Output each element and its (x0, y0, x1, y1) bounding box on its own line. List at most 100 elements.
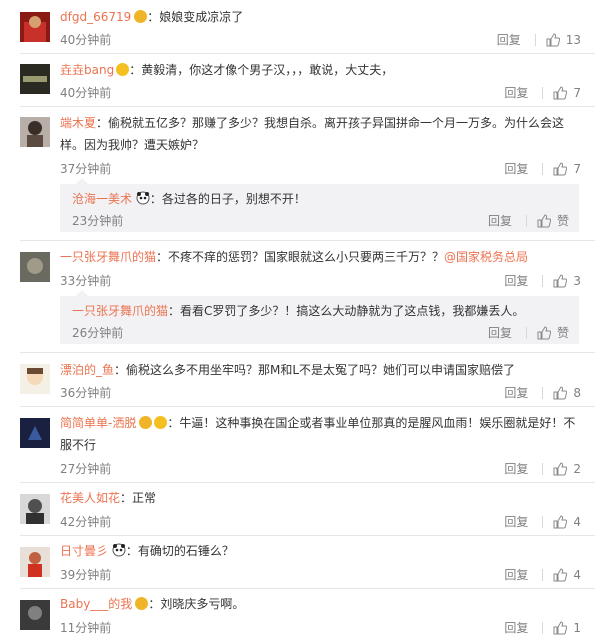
reply-button[interactable]: 回复 (504, 384, 528, 401)
reply-button[interactable]: 回复 (488, 212, 512, 229)
thumbs-up-icon (553, 161, 568, 175)
avatar[interactable] (20, 252, 50, 282)
like-count: 13 (565, 32, 581, 47)
comment-text: dfgd_66719 ：娘娘变成凉凉了 (60, 6, 590, 28)
like-count: 4 (573, 514, 581, 529)
reply-button[interactable]: 回复 (504, 619, 528, 636)
comment-time: 11分钟前 (60, 621, 112, 635)
like-button[interactable]: 7 (553, 86, 581, 100)
like-button[interactable]: 4 (553, 515, 581, 529)
thumbs-up-icon (553, 567, 568, 581)
reply-button[interactable]: 回复 (504, 272, 528, 289)
reply-button[interactable]: 回复 (488, 324, 512, 341)
thumbs-up-icon (553, 514, 568, 528)
sub-comment-content: ：各过各的日子，别想不开！ (149, 192, 306, 206)
reply-button[interactable]: 回复 (504, 460, 528, 477)
like-button[interactable]: 8 (553, 386, 581, 400)
comment-username[interactable]: 一只张牙舞爪的猫 (60, 250, 156, 264)
action-divider (534, 33, 536, 46)
like-button[interactable]: 3 (553, 274, 581, 288)
comment-content: ：不疼不痒的惩罚？国家眼就这么小只要两三千万？？ (156, 250, 445, 264)
reply-button[interactable]: 回复 (504, 513, 528, 530)
reply-button[interactable]: 回复 (497, 31, 521, 48)
comment-time: 33分钟前 (60, 274, 112, 288)
divider (20, 406, 595, 407)
panda-emoji-icon (136, 191, 150, 205)
comment-text: 服不行 (60, 438, 97, 452)
sub-comment-time: 23分钟前 (72, 214, 124, 228)
sub-comment-username[interactable]: 一只张牙舞爪的猫 (72, 304, 168, 318)
comment-actions: 回复 7 (504, 84, 581, 101)
comment-username[interactable]: 垚垚bang (60, 63, 114, 77)
comment-actions: 回复 13 (497, 31, 581, 48)
action-divider (525, 214, 527, 227)
like-button[interactable]: 4 (553, 568, 581, 582)
like-button[interactable]: 1 (553, 621, 581, 635)
like-button[interactable]: 7 (553, 162, 581, 176)
reply-button[interactable]: 回复 (504, 566, 528, 583)
action-divider (542, 386, 544, 399)
comment-content: ：黄毅清，你这才像个男子汉，，，敢说，大丈夫， (129, 63, 394, 77)
action-divider (525, 326, 527, 339)
thumbs-up-icon (546, 32, 560, 46)
action-divider (542, 621, 544, 634)
crown-badge-icon (116, 63, 130, 76)
comment-content: ：娘娘变成凉凉了 (147, 10, 244, 24)
avatar[interactable] (20, 12, 50, 42)
comment-time: 39分钟前 (60, 568, 112, 582)
comment-text: Baby___的我 ：刘晓庆多亏啊。 (60, 593, 590, 615)
comment-username[interactable]: 花美人如花 (60, 491, 120, 505)
comment-time: 40分钟前 (60, 86, 112, 100)
comment-content: ：偷税这么多不用坐牢吗？那M和L不是太冤了吗？她们可以申请国家赔偿了 (114, 363, 516, 377)
reply-button[interactable]: 回复 (504, 84, 528, 101)
comment-username[interactable]: dfgd_66719 (60, 10, 131, 24)
avatar[interactable] (20, 117, 50, 147)
action-divider (542, 462, 544, 475)
avatar[interactable] (20, 418, 50, 448)
like-button[interactable]: 2 (553, 462, 581, 476)
action-divider (542, 274, 544, 287)
action-divider (542, 86, 544, 99)
mention-link[interactable]: @国家税务总局 (444, 250, 528, 264)
comment-text: 一只张牙舞爪的猫：不疼不痒的惩罚？国家眼就这么小只要两三千万？？@国家税务总局 (60, 246, 590, 268)
thumbs-up-icon (553, 620, 568, 634)
comment-time: 36分钟前 (60, 386, 112, 400)
comment-text: 简简单单-洒脱 ：牛逼！这种事换在国企或者事业单位那真的是腥风血雨！娱乐圈就是好！… (60, 412, 590, 434)
thumbs-up-icon (553, 461, 568, 475)
comment-username[interactable]: 日寸曇彡 (60, 544, 108, 558)
comment-time: 37分钟前 (60, 162, 112, 176)
avatar[interactable] (20, 64, 50, 94)
comment-username[interactable]: Baby___的我 (60, 597, 132, 611)
action-divider (542, 515, 544, 528)
avatar[interactable] (20, 547, 50, 577)
like-button[interactable]: 赞 (537, 324, 569, 341)
like-count: 4 (573, 567, 581, 582)
sub-comment-arrow (76, 290, 88, 296)
comment-username[interactable]: 漂泊的_鱼 (60, 363, 114, 377)
comment-username[interactable]: 端木夏 (60, 116, 96, 130)
like-button[interactable]: 赞 (537, 212, 569, 229)
comment-actions: 回复 2 (504, 460, 581, 477)
comment-text: 漂泊的_鱼：偷税这么多不用坐牢吗？那M和L不是太冤了吗？她们可以申请国家赔偿了 (60, 359, 590, 381)
comment-content: ：正常 (120, 491, 157, 505)
comment-text: 样。因为我帅？遭天嫉妒？ (60, 138, 205, 152)
comment-time: 42分钟前 (60, 515, 112, 529)
thumbs-up-icon (553, 385, 568, 399)
like-button[interactable]: 13 (546, 33, 581, 47)
avatar[interactable] (20, 364, 50, 394)
action-divider (542, 568, 544, 581)
like-count: 7 (573, 161, 581, 176)
reply-button[interactable]: 回复 (504, 160, 528, 177)
comment-actions: 回复 4 (504, 513, 581, 530)
avatar[interactable] (20, 494, 50, 524)
sub-comment-username[interactable]: 沧海一美术 (72, 192, 132, 206)
comment-text: 花美人如花：正常 (60, 487, 590, 509)
divider (20, 352, 595, 353)
comment-actions: 回复 7 (504, 160, 581, 177)
comment-username[interactable]: 简简单单-洒脱 (60, 416, 136, 430)
thumbs-up-icon (553, 85, 568, 99)
sub-comment-actions: 回复 赞 (488, 324, 569, 341)
divider (20, 535, 595, 536)
comment-actions: 回复 8 (504, 384, 581, 401)
avatar[interactable] (20, 600, 50, 630)
